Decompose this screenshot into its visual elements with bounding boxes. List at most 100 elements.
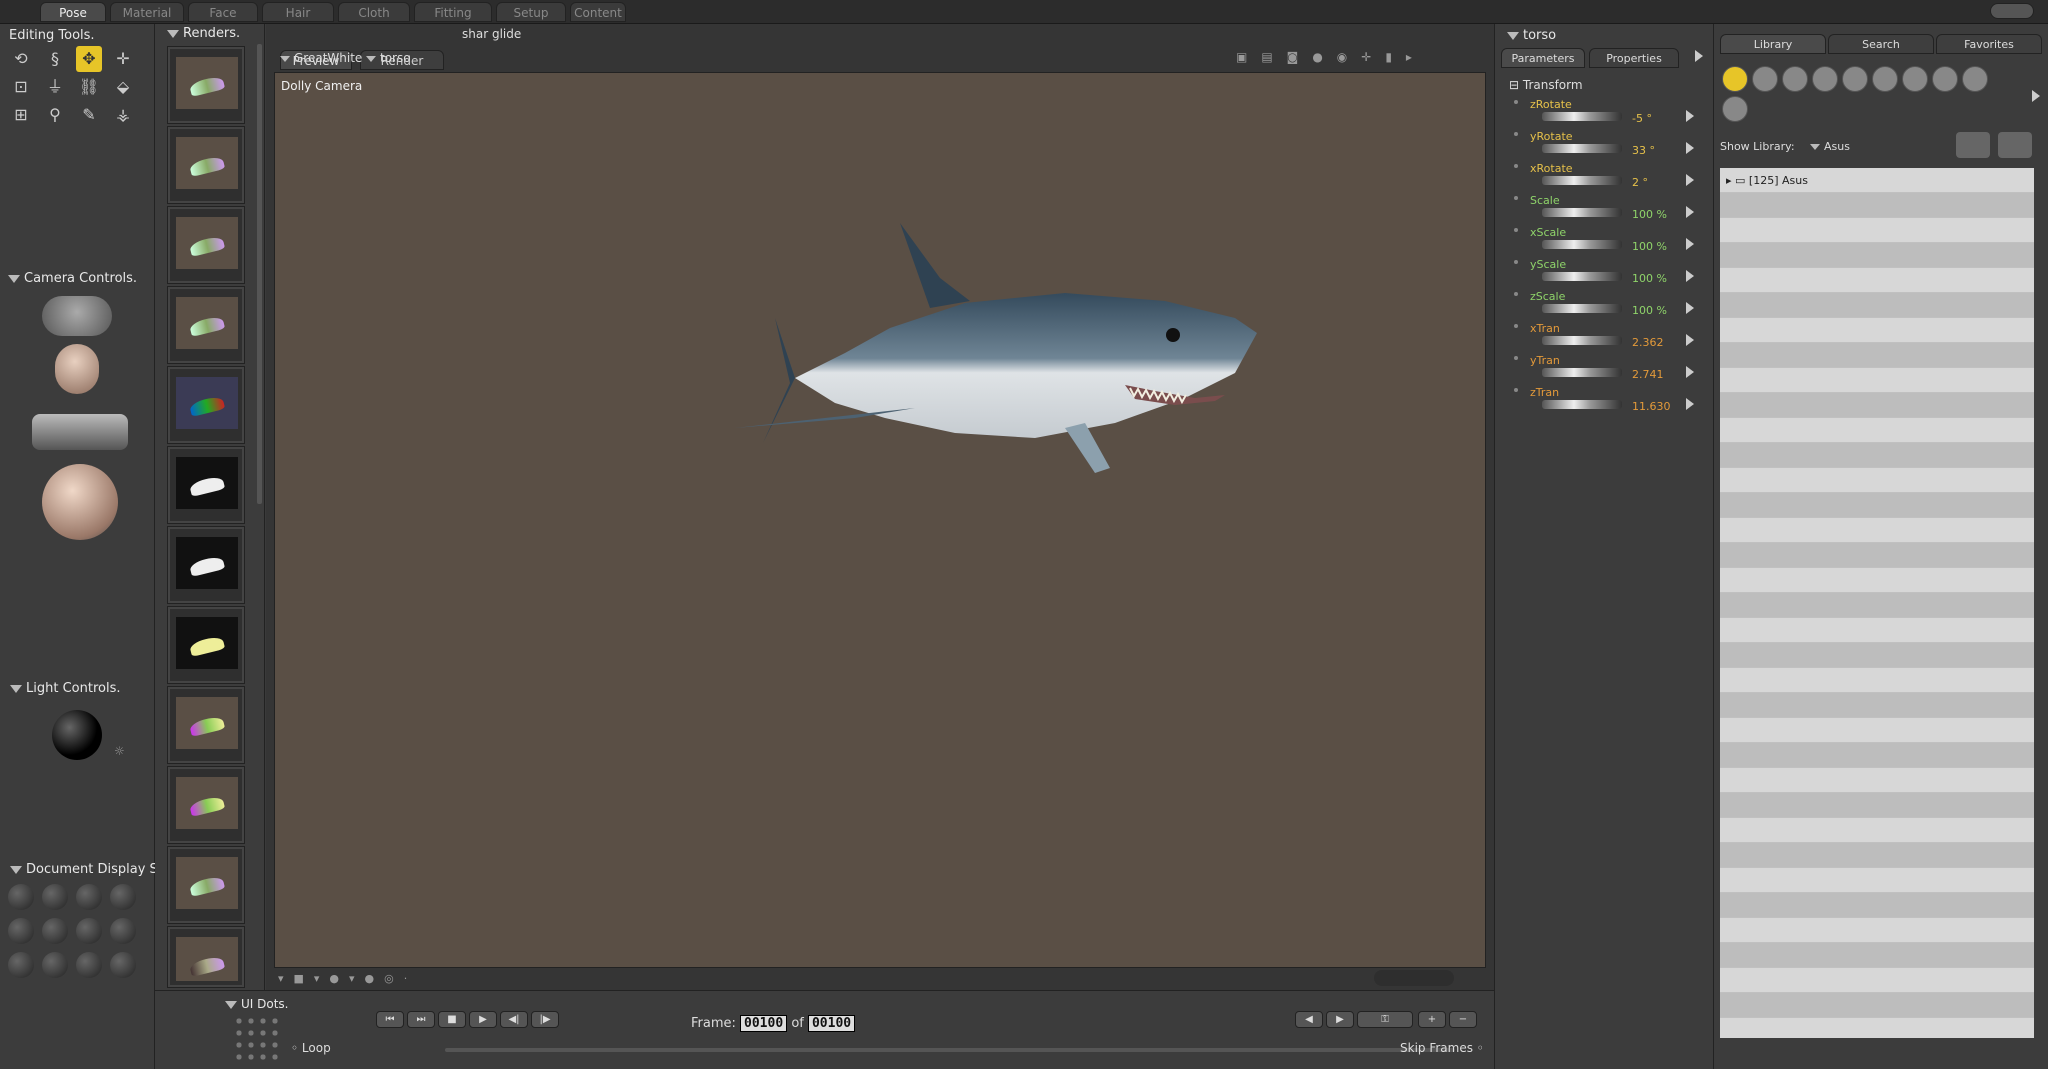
render-thumbnail[interactable] [167,286,245,364]
figure-select[interactable]: GreatWhite [280,51,362,65]
tab-pose[interactable]: Pose [40,2,106,22]
param-key-dot[interactable] [1514,132,1518,136]
display-style-hidden-line-icon[interactable] [110,884,136,910]
rotate-tool-icon[interactable]: ⟲ [8,46,34,72]
poses-category-icon[interactable] [1752,66,1778,92]
transform-group[interactable]: ⊟ Transform [1509,78,1583,92]
tab-cloth[interactable]: Cloth [338,2,410,22]
param-scale[interactable]: Scale 100 % [1510,194,1710,226]
display-style-shaded-icon[interactable] [8,952,34,978]
timeline-scrubber[interactable] [445,1048,1455,1052]
light-ball-icon[interactable] [52,710,102,760]
camera-hands-icon[interactable] [42,296,112,336]
param-menu-icon[interactable] [1686,206,1694,218]
param-dial[interactable] [1542,112,1622,121]
panel-menu-icon[interactable] [1695,50,1703,62]
display-style-wireframe-icon[interactable] [76,884,102,910]
display-style-smooth-lined-icon[interactable] [76,952,102,978]
param-value[interactable]: 33 ° [1632,144,1655,157]
display-style-flat-lined-icon[interactable] [76,918,102,944]
tab-library[interactable]: Library [1720,34,1826,54]
add-to-library-button[interactable] [1956,132,1990,158]
collapse-icon[interactable] [167,29,179,38]
window-controls-icon[interactable] [1990,3,2034,19]
param-key-dot[interactable] [1514,196,1518,200]
tab-content[interactable]: Content [570,2,626,22]
expressions-category-icon[interactable] [1782,66,1808,92]
render-thumbnail[interactable] [167,126,245,204]
go-to-end-button[interactable]: ⏭ [407,1011,435,1028]
scale-tool-icon[interactable]: ⊡ [8,74,34,100]
param-value[interactable]: 11.630 [1632,400,1671,413]
param-value[interactable]: 100 % [1632,240,1667,253]
library-more-icon[interactable] [2032,90,2040,102]
hair-category-icon[interactable] [1812,66,1838,92]
library-folder-item[interactable]: ▸ ▭ [125] Asus [1726,174,1808,187]
display-style-outline-icon[interactable] [42,884,68,910]
materials-category-icon[interactable] [1962,66,1988,92]
param-menu-icon[interactable] [1686,302,1694,314]
collapse-icon[interactable] [10,865,22,874]
next-frame-button[interactable]: |▶ [531,1011,559,1028]
color-tool-icon[interactable]: ⬙ [110,74,136,100]
param-value[interactable]: -5 ° [1632,112,1652,125]
viewport-controls-icon[interactable]: ▣▤◙●◉✛▮▸ [1236,50,1486,66]
grouping-tool-icon[interactable]: ⊞ [8,102,34,128]
skip-frames-toggle[interactable]: Skip Frames ◦ [1400,1041,1484,1055]
loop-toggle[interactable]: ◦ Loop [291,1041,331,1055]
current-frame-field[interactable]: 00100 [740,1015,788,1032]
param-zrotate[interactable]: zRotate -5 ° [1510,98,1710,130]
render-thumbnail[interactable] [167,926,245,988]
add-keyframe-button[interactable]: + [1418,1011,1446,1028]
total-frames-field[interactable]: 00100 [807,1015,856,1032]
display-style-cartoon-icon[interactable] [110,918,136,944]
library-list[interactable]: ▸ ▭ [125] Asus [1720,168,2034,1038]
param-dial[interactable] [1542,208,1622,217]
param-menu-icon[interactable] [1686,174,1694,186]
param-xtran[interactable]: xTran 2.362 [1510,322,1710,354]
param-menu-icon[interactable] [1686,238,1694,250]
param-menu-icon[interactable] [1686,270,1694,282]
param-value[interactable]: 100 % [1632,272,1667,285]
camera-head-icon[interactable] [55,344,99,394]
render-thumbnail[interactable] [167,606,245,684]
param-xscale[interactable]: xScale 100 % [1510,226,1710,258]
color-dots-icon[interactable] [1374,970,1454,986]
param-dial[interactable] [1542,272,1622,281]
twist-tool-icon[interactable]: § [42,46,68,72]
tab-hair[interactable]: Hair [262,2,334,22]
render-thumbnail[interactable] [167,526,245,604]
display-style-smooth-icon[interactable] [42,952,68,978]
param-menu-icon[interactable] [1686,366,1694,378]
param-key-dot[interactable] [1514,324,1518,328]
actor-select[interactable]: torso [366,51,411,65]
param-ztran[interactable]: zTran 11.630 [1510,386,1710,418]
param-value[interactable]: 100 % [1632,304,1667,317]
next-key-button[interactable]: ▶ [1326,1011,1354,1028]
tab-setup[interactable]: Setup [496,2,566,22]
renders-scrollbar[interactable] [257,44,262,504]
figures-category-icon[interactable] [1722,66,1748,92]
tab-face[interactable]: Face [188,2,258,22]
collapse-icon[interactable] [1507,31,1519,40]
param-ytran[interactable]: yTran 2.741 [1510,354,1710,386]
display-style-flat-shaded-icon[interactable] [42,918,68,944]
param-xrotate[interactable]: xRotate 2 ° [1510,162,1710,194]
collapse-icon[interactable] [225,1000,237,1009]
param-yrotate[interactable]: yRotate 33 ° [1510,130,1710,162]
collapse-icon[interactable] [8,274,20,283]
hands-category-icon[interactable] [1842,66,1868,92]
param-key-dot[interactable] [1514,164,1518,168]
morphing-tool-icon[interactable]: ✎ [76,102,102,128]
param-key-dot[interactable] [1514,356,1518,360]
display-style-silhouette-icon[interactable] [8,884,34,910]
render-thumbnail[interactable] [167,206,245,284]
param-dial[interactable] [1542,176,1622,185]
render-thumbnail[interactable] [167,366,245,444]
param-value[interactable]: 2.362 [1632,336,1664,349]
param-key-dot[interactable] [1514,292,1518,296]
taper-tool-icon[interactable]: ⏚ [42,74,68,100]
scenes-category-icon[interactable] [1722,96,1748,122]
param-key-dot[interactable] [1514,388,1518,392]
render-thumbnail[interactable] [167,766,245,844]
